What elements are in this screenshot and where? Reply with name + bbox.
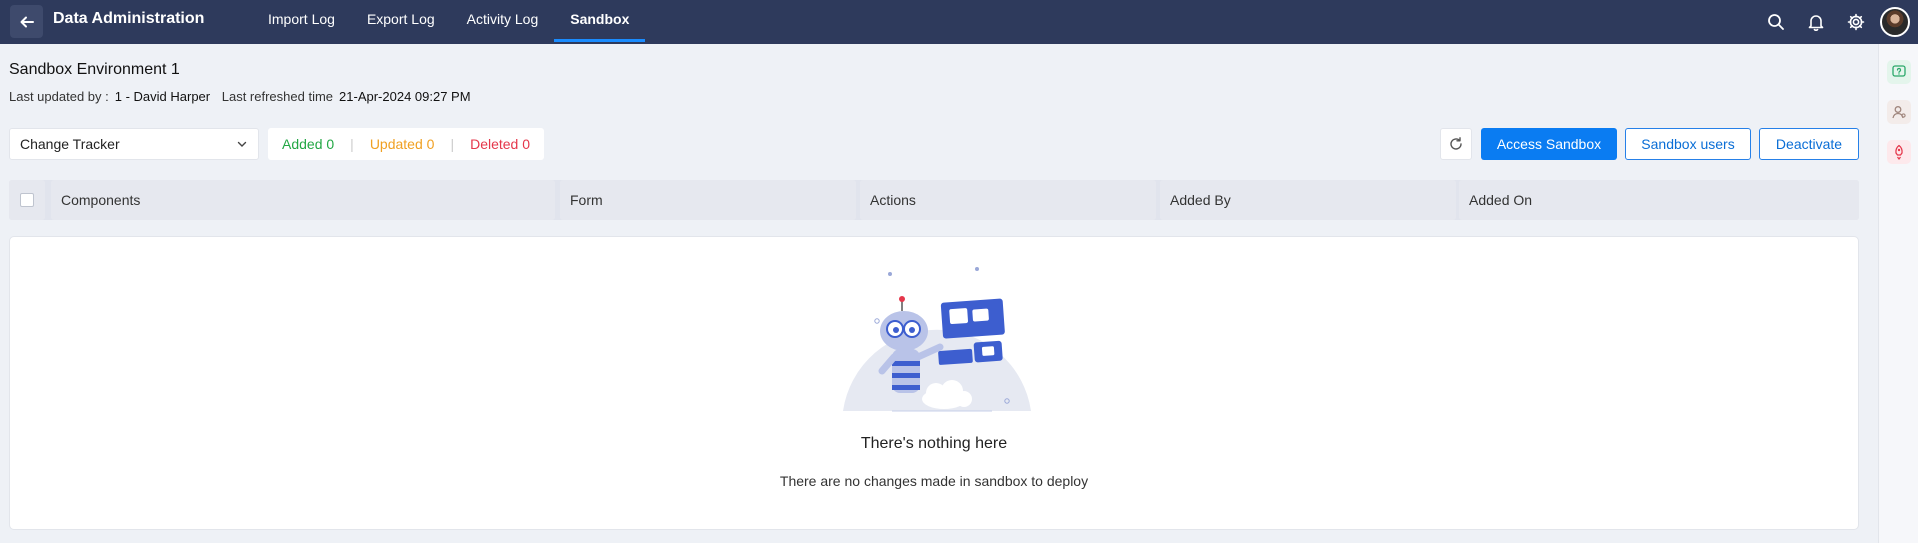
refresh-button[interactable] <box>1440 128 1472 160</box>
back-button[interactable] <box>10 5 43 38</box>
added-count: Added 0 <box>282 136 335 152</box>
empty-state-title: There's nothing here <box>860 435 1008 452</box>
rocket-icon <box>1894 144 1903 160</box>
last-updated-label: Last updated by : <box>9 89 109 104</box>
gear-icon <box>1847 13 1865 31</box>
page-title: Sandbox Environment 1 <box>9 61 180 78</box>
settings-button[interactable] <box>1836 2 1876 42</box>
back-arrow-icon <box>20 16 34 27</box>
divider: | <box>450 136 455 152</box>
column-header-form[interactable]: Form <box>560 180 856 220</box>
column-header-added-by[interactable]: Added By <box>1160 180 1456 220</box>
empty-state-subtitle: There are no changes made in sandbox to … <box>779 473 1089 489</box>
app-title: Data Administration <box>53 10 205 27</box>
last-updated-value: 1 - David Harper <box>114 89 211 104</box>
notifications-button[interactable] <box>1796 2 1836 42</box>
search-button[interactable] <box>1756 2 1796 42</box>
user-support-icon <box>1891 106 1906 119</box>
select-all-cell <box>9 180 45 220</box>
select-all-checkbox[interactable] <box>20 193 34 207</box>
whats-new-button[interactable] <box>1886 140 1911 164</box>
right-rail <box>1878 44 1918 543</box>
table-header: Components Form Actions Added By Added O… <box>9 180 1859 220</box>
environment-meta: Last updated by : 1 - David Harper Last r… <box>9 89 479 104</box>
contact-button[interactable] <box>1886 100 1911 124</box>
access-sandbox-button[interactable]: Access Sandbox <box>1481 128 1617 160</box>
updated-count: Updated 0 <box>369 136 435 152</box>
column-header-components[interactable]: Components <box>51 180 555 220</box>
help-chat-button[interactable] <box>1886 60 1911 84</box>
avatar[interactable] <box>1880 7 1910 37</box>
refresh-icon <box>1450 137 1462 150</box>
search-icon <box>1768 14 1784 30</box>
change-counts: Added 0 | Updated 0 | Deleted 0 <box>268 128 545 160</box>
last-refreshed-label: Last refreshed time <box>221 89 334 104</box>
deleted-count: Deleted 0 <box>470 136 531 152</box>
help-chat-icon <box>1891 65 1906 77</box>
empty-state-illustration <box>843 267 1031 412</box>
tab-sandbox[interactable]: Sandbox <box>554 0 646 44</box>
column-header-added-on[interactable]: Added On <box>1459 180 1859 220</box>
tracker-select-value: Change Tracker <box>20 136 120 152</box>
chevron-down-icon <box>237 141 247 147</box>
sandbox-users-button[interactable]: Sandbox users <box>1625 128 1751 160</box>
tab-export-log[interactable]: Export Log <box>351 0 451 44</box>
bell-icon <box>1808 15 1824 31</box>
top-bar: Data Administration Import Log Export Lo… <box>0 0 1918 44</box>
tab-import-log[interactable]: Import Log <box>252 0 351 44</box>
last-refreshed-value: 21-Apr-2024 09:27 PM <box>339 89 471 104</box>
column-header-actions[interactable]: Actions <box>860 180 1156 220</box>
tracker-select[interactable]: Change Tracker <box>9 128 259 160</box>
top-icons <box>1756 0 1918 44</box>
nav-tabs: Import Log Export Log Activity Log Sandb… <box>252 0 646 44</box>
deactivate-button[interactable]: Deactivate <box>1759 128 1859 160</box>
divider: | <box>350 136 354 152</box>
tab-activity-log[interactable]: Activity Log <box>451 0 555 44</box>
empty-state-panel: There's nothing here There are no change… <box>9 236 1859 530</box>
